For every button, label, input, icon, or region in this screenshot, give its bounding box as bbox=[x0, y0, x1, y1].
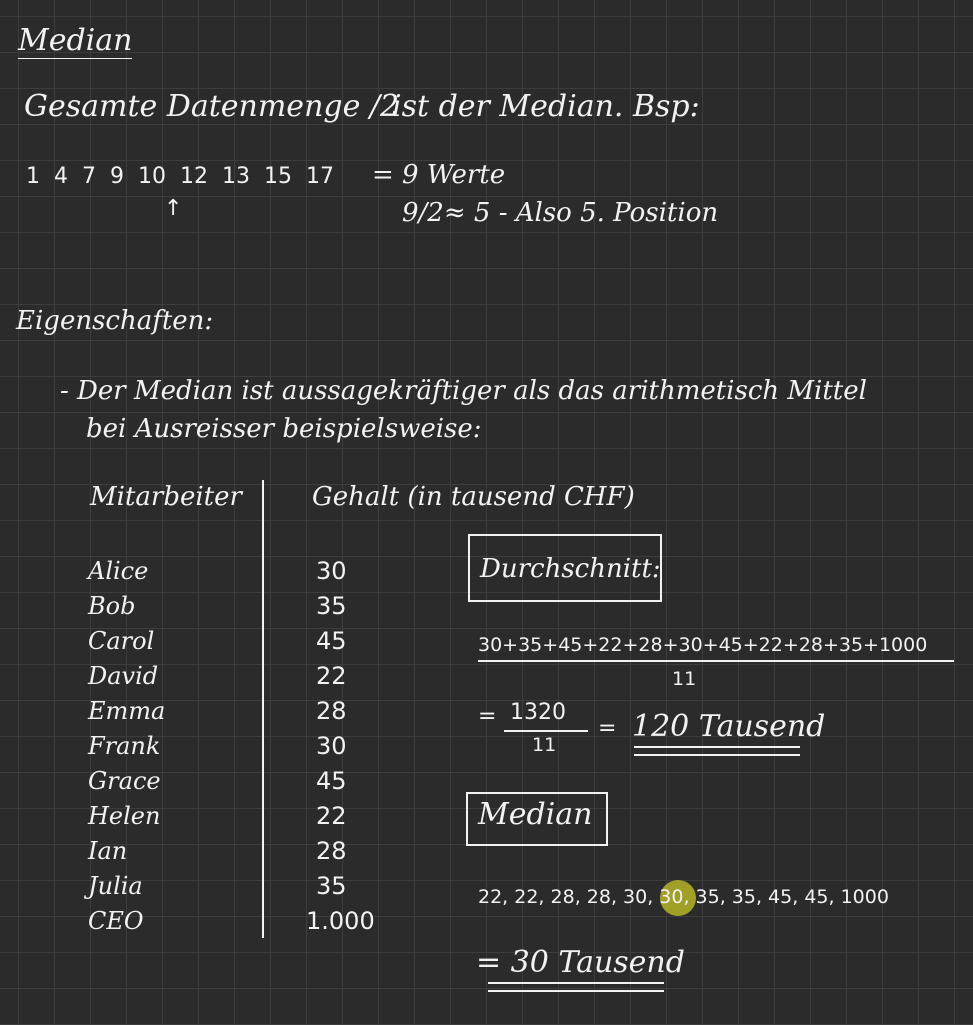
table-row-salary: 35 bbox=[316, 872, 347, 900]
table-row-salary: 30 bbox=[316, 732, 347, 760]
table-row-name: Emma bbox=[88, 697, 166, 725]
properties-heading: Eigenschaften: bbox=[16, 306, 214, 336]
table-header-employee: Mitarbeiter bbox=[90, 482, 242, 512]
table-row-salary: 45 bbox=[316, 767, 347, 795]
average-eq-prefix: = bbox=[478, 704, 497, 729]
average-result: 120 Tausend bbox=[632, 709, 826, 744]
table-row-name: Julia bbox=[88, 872, 143, 900]
average-frac-den: 11 bbox=[532, 734, 557, 756]
table-row-salary: 28 bbox=[316, 837, 347, 865]
seq-value: 7 bbox=[82, 164, 96, 189]
example-sequence: 1 4 7 9 10 12 13 15 17 bbox=[26, 166, 348, 188]
average-fraction-bar bbox=[478, 660, 954, 662]
median-sorted-list: 22, 22, 28, 28, 30, 30, 35, 35, 45, 45, … bbox=[478, 888, 889, 907]
sorted-values-before: 22, 22, 28, 28, 30, bbox=[478, 886, 660, 908]
properties-line2: bei Ausreisser beispielsweise: bbox=[86, 414, 482, 444]
table-row-name: Frank bbox=[88, 732, 161, 760]
table-divider bbox=[262, 480, 264, 938]
table-row-name: Ian bbox=[88, 837, 128, 865]
example-count: = 9 Werte bbox=[372, 160, 506, 190]
median-arrow-icon: ↑ bbox=[164, 196, 183, 221]
example-explanation: 9/2≈ 5 - Also 5. Position bbox=[402, 198, 719, 228]
average-result-underline-1 bbox=[634, 746, 800, 748]
definition-part2: ist der Median. Bsp: bbox=[392, 89, 700, 124]
page-title: Median bbox=[18, 23, 133, 59]
average-eq-sign: = bbox=[598, 716, 617, 741]
median-result-underline-1 bbox=[488, 982, 664, 984]
table-row-name: Alice bbox=[88, 557, 149, 585]
median-label: Median bbox=[478, 797, 593, 832]
table-row-salary: 22 bbox=[316, 662, 347, 690]
median-result-underline-2 bbox=[488, 990, 664, 992]
average-denominator: 11 bbox=[672, 668, 697, 690]
median-result: = 30 Tausend bbox=[476, 945, 685, 980]
seq-value: 12 bbox=[180, 164, 208, 189]
table-row-name: CEO bbox=[88, 907, 144, 935]
table-row-name: Bob bbox=[88, 592, 136, 620]
seq-value: 4 bbox=[54, 164, 68, 189]
table-row-salary: 30 bbox=[316, 557, 347, 585]
average-frac-num: 1320 bbox=[510, 700, 566, 725]
average-label: Durchschnitt: bbox=[480, 554, 661, 584]
sorted-values-after: , 35, 35, 45, 45, 1000 bbox=[683, 886, 889, 908]
table-row-salary: 1.000 bbox=[306, 907, 375, 935]
table-row-name: Grace bbox=[88, 767, 161, 795]
seq-value: 1 bbox=[26, 164, 40, 189]
seq-value: 15 bbox=[264, 164, 292, 189]
average-numerator: 30+35+45+22+28+30+45+22+28+35+1000 bbox=[478, 634, 928, 656]
definition-part1: Gesamte Datenmenge /2 bbox=[24, 89, 400, 124]
table-header-salary: Gehalt (in tausend CHF) bbox=[312, 482, 635, 512]
seq-value: 13 bbox=[222, 164, 250, 189]
table-row-salary: 22 bbox=[316, 802, 347, 830]
properties-line1: - Der Median ist aussagekräftiger als da… bbox=[60, 376, 867, 406]
table-row-name: Carol bbox=[88, 627, 155, 655]
sorted-value-median: 30 bbox=[659, 886, 684, 908]
average-result-underline-2 bbox=[634, 754, 800, 756]
seq-value: 9 bbox=[110, 164, 124, 189]
seq-value: 17 bbox=[306, 164, 334, 189]
employee-column: Alice Bob Carol David Emma Frank Grace H… bbox=[88, 554, 165, 939]
table-row-salary: 35 bbox=[316, 592, 347, 620]
table-row-name: Helen bbox=[88, 802, 161, 830]
table-row-salary: 45 bbox=[316, 627, 347, 655]
average-frac-bar bbox=[504, 730, 588, 732]
table-row-salary: 28 bbox=[316, 697, 347, 725]
seq-value: 10 bbox=[138, 164, 166, 189]
salary-column: 30 35 45 22 28 30 45 22 28 35 1.000 bbox=[306, 554, 375, 939]
table-row-name: David bbox=[88, 662, 159, 690]
